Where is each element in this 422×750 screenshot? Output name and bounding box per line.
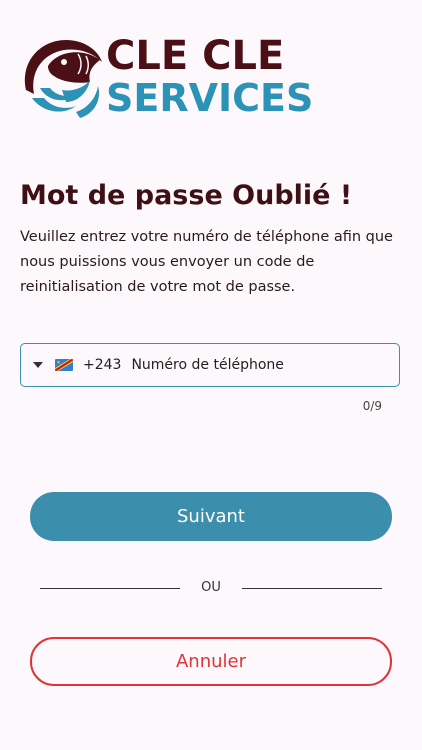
character-counter: 0/9 xyxy=(362,399,382,413)
logo-text-line1: CLE CLE xyxy=(106,33,285,79)
divider-left xyxy=(40,588,180,589)
divider-right xyxy=(242,588,382,589)
next-button[interactable]: Suivant xyxy=(30,492,392,541)
logo-text-line2: SERVICES xyxy=(106,76,314,120)
page-title: Mot de passe Oublié ! xyxy=(20,180,353,211)
caret-down-icon[interactable] xyxy=(33,362,43,368)
phone-field[interactable]: +243 xyxy=(20,343,400,387)
dial-code: +243 xyxy=(83,357,122,373)
page-description: Veuillez entrez votre numéro de téléphon… xyxy=(20,229,393,295)
cancel-button[interactable]: Annuler xyxy=(30,637,392,686)
or-separator: OU xyxy=(201,580,221,595)
flag-drc-icon[interactable] xyxy=(55,359,73,371)
app-logo: CLE CLE SERVICES xyxy=(18,28,318,126)
phone-number-input[interactable] xyxy=(131,357,362,373)
fish-wave-logo-icon xyxy=(24,40,102,118)
